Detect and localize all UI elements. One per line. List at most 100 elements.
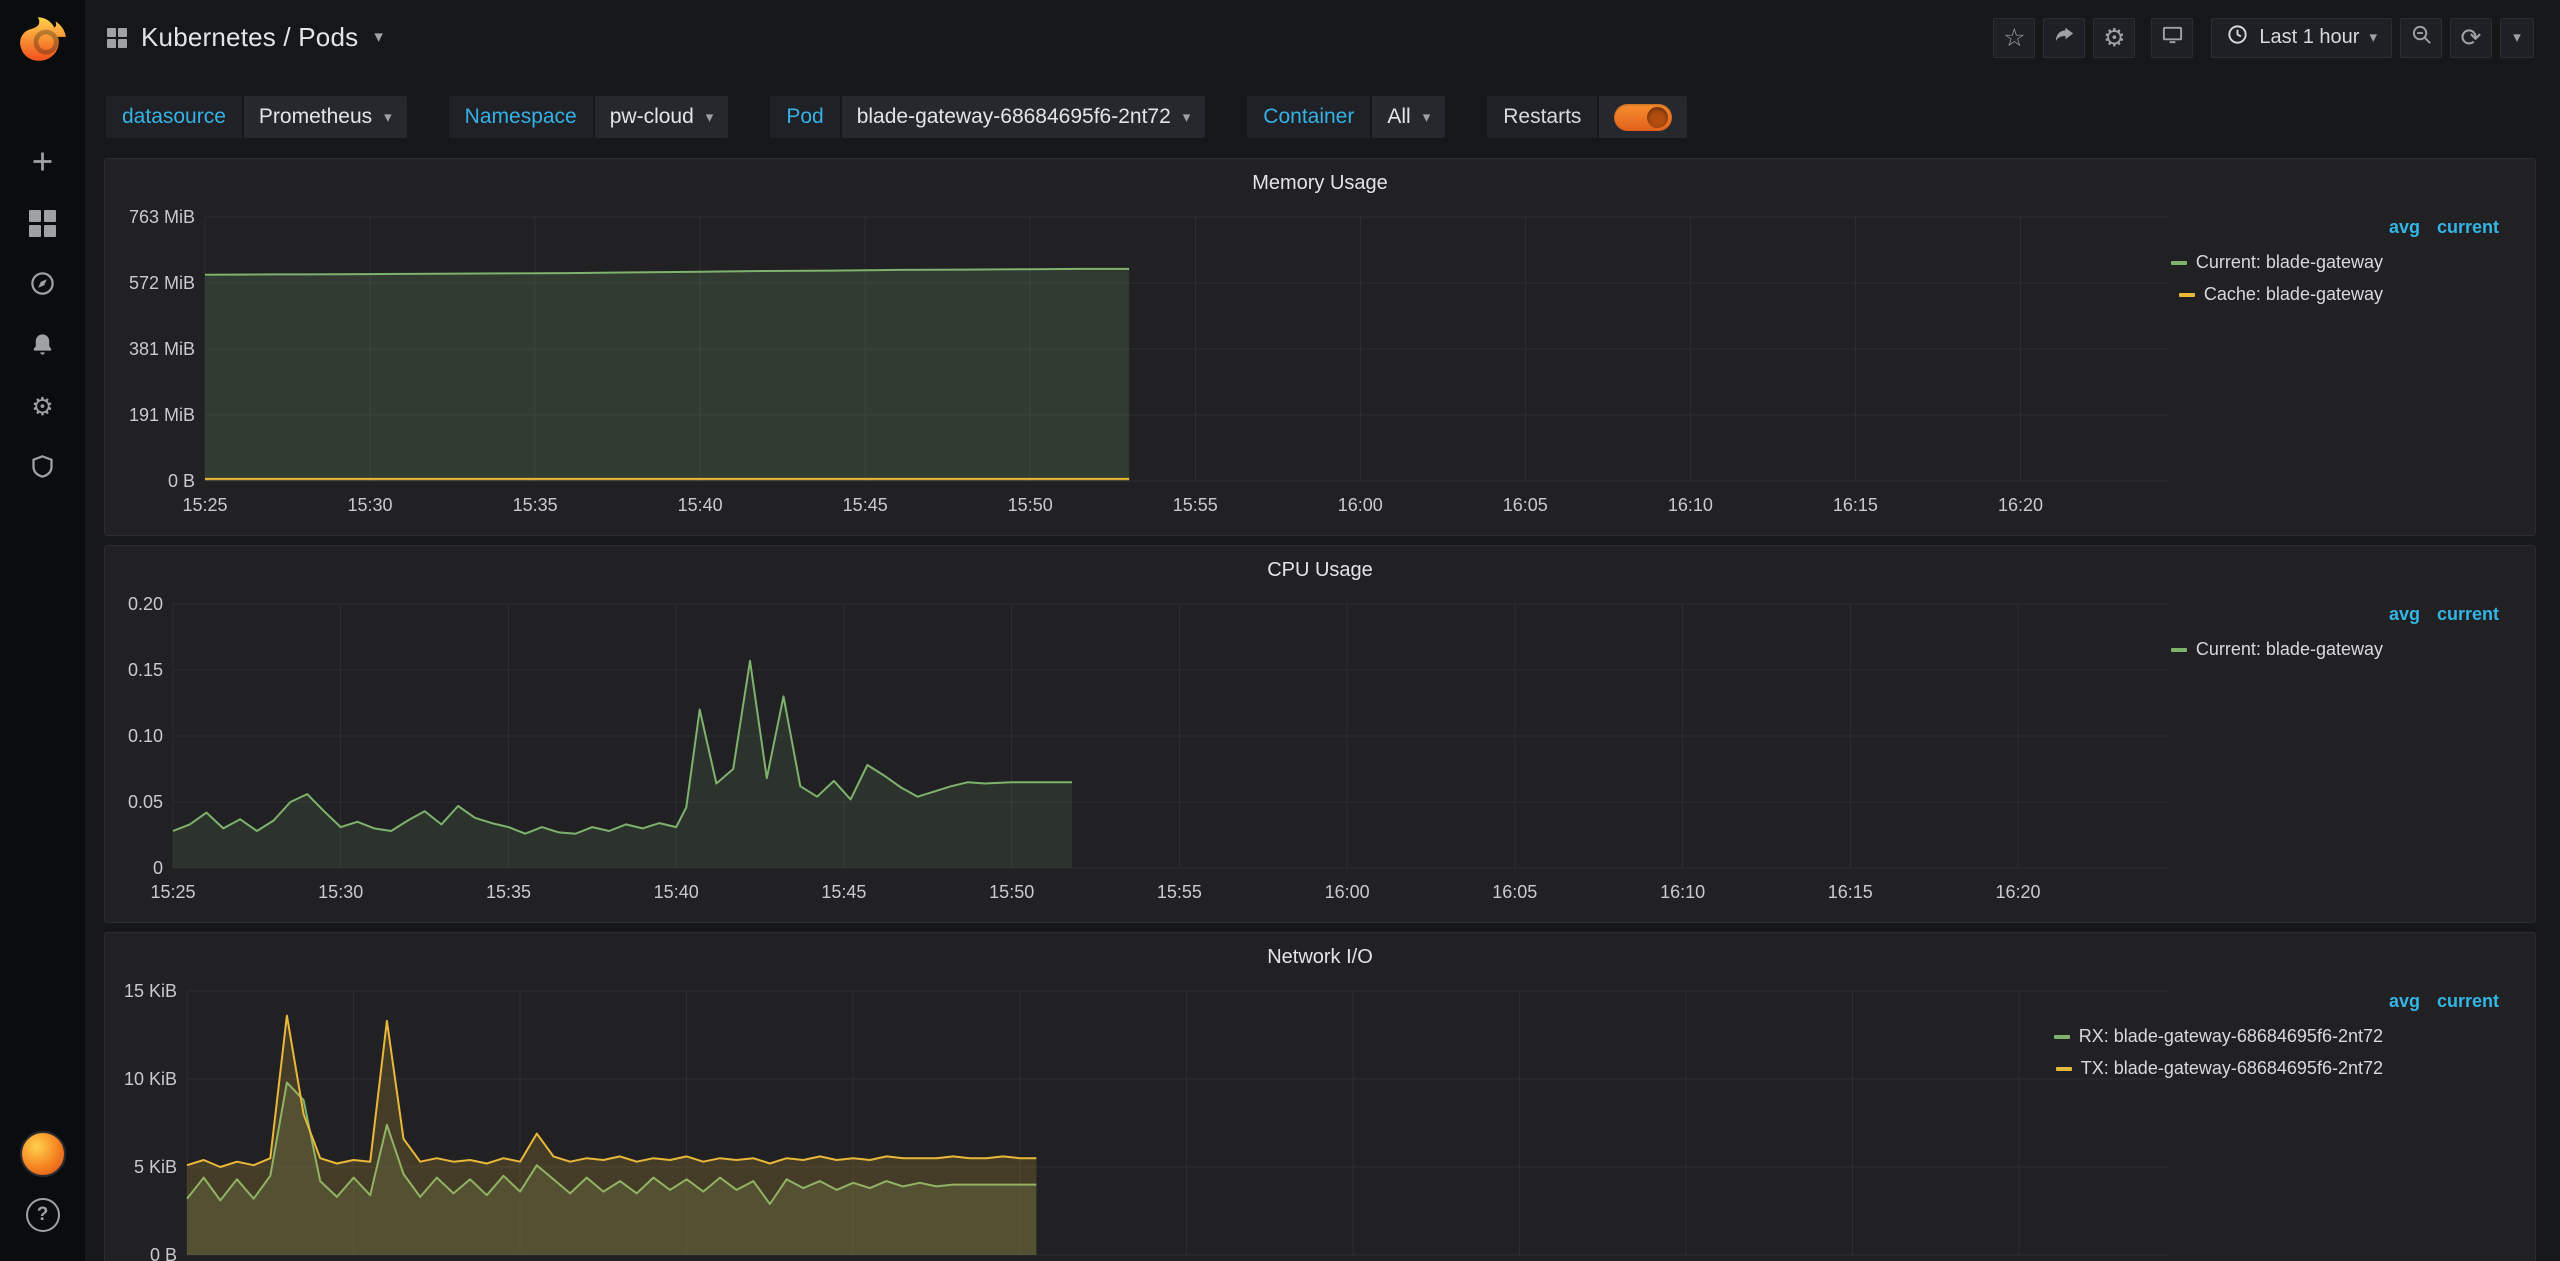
help-icon: ? bbox=[26, 1198, 60, 1232]
navbar-actions: ☆ ⚙ bbox=[1985, 18, 2534, 58]
network-io-legend: avg current RX: blade-gateway-68684695f6-2… bbox=[2054, 991, 2499, 1090]
bell-icon bbox=[29, 331, 56, 361]
panel-title[interactable]: Network I/O bbox=[105, 933, 2535, 966]
svg-text:0 B: 0 B bbox=[150, 1245, 177, 1261]
restarts-toggle[interactable] bbox=[1614, 104, 1672, 131]
plus-icon bbox=[29, 148, 56, 178]
sidebar-item-create[interactable] bbox=[0, 132, 85, 193]
svg-text:0.20: 0.20 bbox=[128, 594, 163, 614]
legend-link-avg[interactable]: avg bbox=[2389, 604, 2420, 624]
cycle-view-mode-button[interactable] bbox=[2151, 18, 2193, 58]
navbar: Kubernetes / Pods ▾ ☆ ⚙ bbox=[85, 0, 2560, 75]
sidebar-item-explore[interactable] bbox=[0, 254, 85, 315]
sidebar-item-configuration[interactable]: ⚙ bbox=[0, 376, 85, 437]
sidebar-item-server-admin[interactable] bbox=[0, 437, 85, 498]
variable-value-dropdown[interactable]: Prometheus ▾ bbox=[244, 96, 407, 138]
network-io-graph[interactable]: 15:2515:3015:3515:4015:4515:5015:5516:00… bbox=[117, 979, 2171, 1261]
star-dashboard-button[interactable]: ☆ bbox=[1993, 18, 2035, 58]
svg-text:16:05: 16:05 bbox=[1492, 882, 1537, 902]
sidebar: ⚙ ? bbox=[0, 0, 85, 1261]
series-name: TX: blade-gateway-68684695f6-2nt72 bbox=[2081, 1058, 2383, 1079]
chevron-down-icon: ▾ bbox=[374, 29, 383, 46]
page-title: Kubernetes / Pods bbox=[141, 22, 358, 53]
legend-sort-links: avg current bbox=[2171, 217, 2499, 238]
svg-text:16:00: 16:00 bbox=[1325, 882, 1370, 902]
memory-usage-graph[interactable]: 15:2515:3015:3515:4015:4515:5015:5516:00… bbox=[117, 205, 2171, 527]
svg-text:16:15: 16:15 bbox=[1833, 495, 1878, 515]
gear-icon: ⚙ bbox=[31, 394, 53, 419]
time-range-picker[interactable]: Last 1 hour ▾ bbox=[2211, 18, 2392, 58]
cpu-usage-graph[interactable]: 15:2515:3015:3515:4015:4515:5015:5516:00… bbox=[117, 592, 2171, 914]
series-name: RX: blade-gateway-68684695f6-2nt72 bbox=[2079, 1026, 2383, 1047]
svg-text:15:55: 15:55 bbox=[1173, 495, 1218, 515]
panel-title[interactable]: CPU Usage bbox=[105, 546, 2535, 579]
legend-item[interactable]: Cache: blade-gateway bbox=[2171, 284, 2499, 305]
svg-text:15:45: 15:45 bbox=[821, 882, 866, 902]
variable-value: All bbox=[1387, 105, 1410, 129]
share-dashboard-button[interactable] bbox=[2043, 18, 2085, 58]
svg-text:5 KiB: 5 KiB bbox=[134, 1157, 177, 1177]
sidebar-item-profile[interactable] bbox=[0, 1123, 85, 1184]
variable-datasource: datasource Prometheus ▾ bbox=[106, 96, 407, 138]
zoom-out-time-button[interactable] bbox=[2400, 18, 2442, 58]
time-range-label: Last 1 hour bbox=[2259, 26, 2359, 49]
series-color-icon bbox=[2054, 1035, 2070, 1039]
variable-value: pw-cloud bbox=[610, 105, 694, 129]
svg-text:191 MiB: 191 MiB bbox=[129, 405, 195, 425]
panel-memory-usage: Memory Usage 15:2515:3015:3515:4015:4515… bbox=[104, 158, 2536, 536]
legend-item[interactable]: Current: blade-gateway bbox=[2171, 639, 2499, 660]
legend-sort-links: avg current bbox=[2171, 604, 2499, 625]
variable-value-dropdown[interactable]: pw-cloud ▾ bbox=[595, 96, 729, 138]
share-icon bbox=[2053, 23, 2076, 52]
chevron-down-icon: ▾ bbox=[384, 110, 392, 125]
svg-text:15:50: 15:50 bbox=[1008, 495, 1053, 515]
svg-text:15:30: 15:30 bbox=[318, 882, 363, 902]
memory-usage-legend: avg current Current: blade-gateway Cache: b… bbox=[2171, 217, 2499, 316]
series-color-icon bbox=[2179, 293, 2195, 297]
legend-item[interactable]: RX: blade-gateway-68684695f6-2nt72 bbox=[2054, 1026, 2499, 1047]
legend-item[interactable]: TX: blade-gateway-68684695f6-2nt72 bbox=[2054, 1058, 2499, 1079]
legend-link-current[interactable]: current bbox=[2437, 604, 2499, 624]
chevron-down-icon: ▾ bbox=[2513, 30, 2521, 45]
variable-label: Namespace bbox=[449, 96, 593, 138]
svg-text:0: 0 bbox=[153, 858, 163, 878]
sidebar-item-help[interactable]: ? bbox=[0, 1184, 85, 1245]
legend-link-current[interactable]: current bbox=[2437, 217, 2499, 237]
svg-text:0.10: 0.10 bbox=[128, 726, 163, 746]
series-name: Current: blade-gateway bbox=[2196, 252, 2383, 273]
template-variables-row: datasource Prometheus ▾ Namespace pw-clo… bbox=[85, 75, 2560, 158]
svg-text:381 MiB: 381 MiB bbox=[129, 339, 195, 359]
dashboard-title-picker[interactable]: Kubernetes / Pods ▾ bbox=[107, 22, 383, 53]
panel-title[interactable]: Memory Usage bbox=[105, 159, 2535, 192]
grafana-app: ⚙ ? Kubernetes / Pod bbox=[0, 0, 2560, 1261]
variable-value-dropdown[interactable]: All ▾ bbox=[1372, 96, 1445, 138]
clock-icon bbox=[2226, 23, 2249, 52]
variable-value: Prometheus bbox=[259, 105, 372, 129]
svg-text:15:55: 15:55 bbox=[1157, 882, 1202, 902]
dashboard-settings-button[interactable]: ⚙ bbox=[2093, 18, 2135, 58]
variable-value-dropdown[interactable]: blade-gateway-68684695f6-2nt72 ▾ bbox=[842, 96, 1206, 138]
refresh-interval-picker[interactable]: ▾ bbox=[2500, 18, 2534, 58]
series-color-icon bbox=[2171, 261, 2187, 265]
gear-icon: ⚙ bbox=[2103, 25, 2125, 50]
shield-icon bbox=[29, 453, 56, 483]
variable-container: Container All ▾ bbox=[1247, 96, 1445, 138]
dashboard-grid: Memory Usage 15:2515:3015:3515:4015:4515… bbox=[85, 158, 2560, 1261]
variable-label: Container bbox=[1247, 96, 1370, 138]
legend-item[interactable]: Current: blade-gateway bbox=[2171, 252, 2499, 273]
variable-value: blade-gateway-68684695f6-2nt72 bbox=[857, 105, 1171, 129]
grafana-logo[interactable] bbox=[16, 12, 70, 66]
toggle-knob bbox=[1647, 107, 1668, 128]
legend-link-avg[interactable]: avg bbox=[2389, 991, 2420, 1011]
sidebar-bottom: ? bbox=[0, 1123, 85, 1245]
legend-sort-links: avg current bbox=[2054, 991, 2499, 1012]
legend-link-current[interactable]: current bbox=[2437, 991, 2499, 1011]
sidebar-item-dashboards[interactable] bbox=[0, 193, 85, 254]
refresh-dashboard-button[interactable]: ⟳ bbox=[2450, 18, 2492, 58]
svg-text:572 MiB: 572 MiB bbox=[129, 273, 195, 293]
chevron-down-icon: ▾ bbox=[2369, 30, 2377, 45]
svg-text:16:10: 16:10 bbox=[1660, 882, 1705, 902]
legend-link-avg[interactable]: avg bbox=[2389, 217, 2420, 237]
sidebar-item-alerting[interactable] bbox=[0, 315, 85, 376]
restarts-toggle-holder bbox=[1599, 96, 1687, 138]
